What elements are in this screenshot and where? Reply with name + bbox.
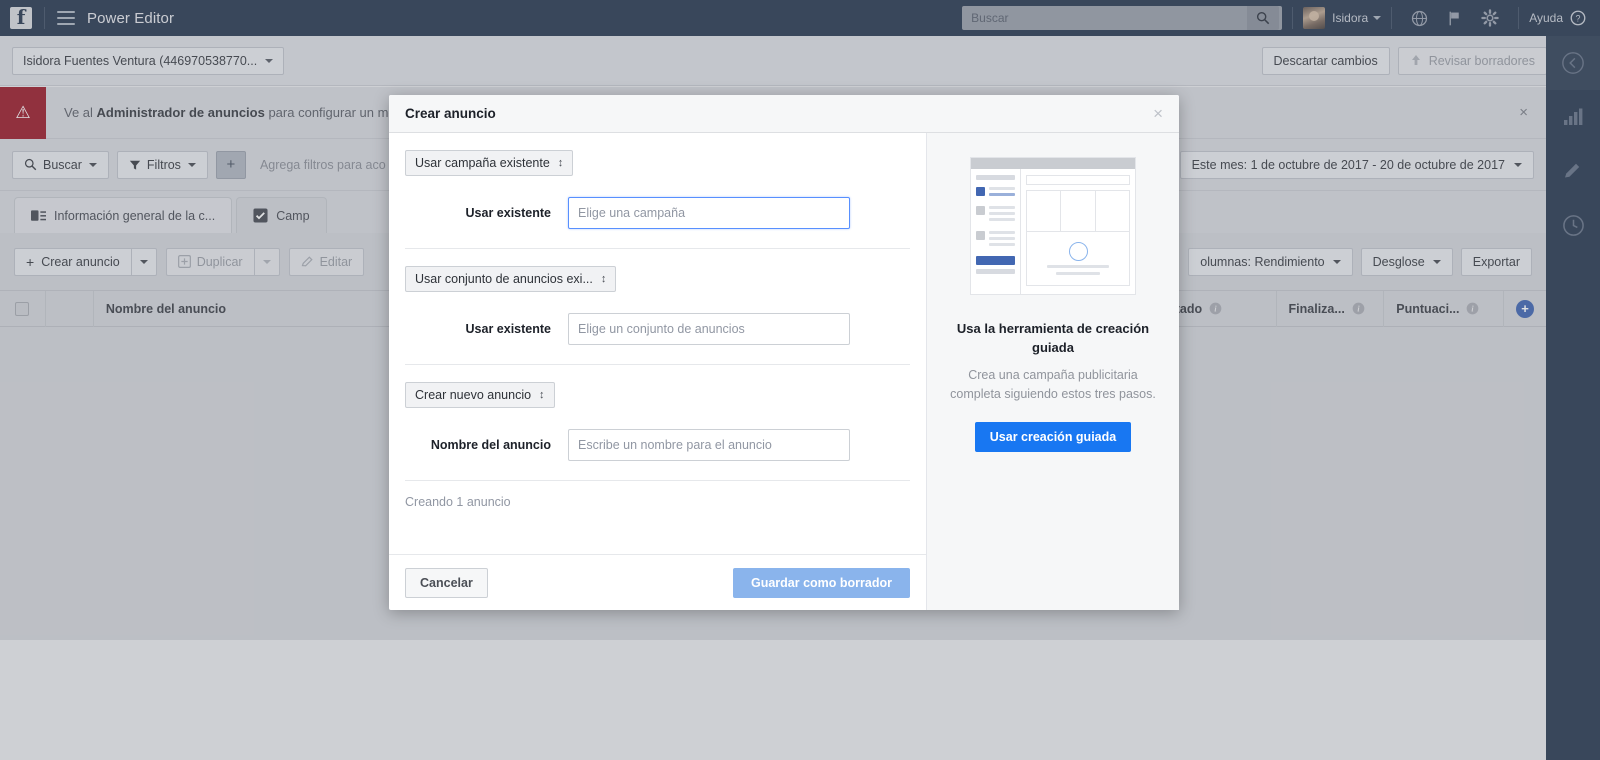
ad-mode-label: Crear nuevo anuncio [415, 388, 531, 402]
ad-name-input[interactable] [568, 429, 850, 461]
adset-field-label: Usar existente [405, 322, 568, 336]
dialog-title: Crear anuncio [405, 106, 496, 121]
adset-section: Usar conjunto de anuncios exi... ↕ Usar … [405, 249, 910, 365]
creation-status: Creando 1 anuncio [405, 481, 910, 509]
guided-creation-panel: Usa la herramienta de creación guiada Cr… [926, 133, 1179, 610]
adset-mode-label: Usar conjunto de anuncios exi... [415, 272, 593, 286]
power-editor-app: f Power Editor Isidora [0, 0, 1600, 760]
campaign-section: Usar campaña existente ↕ Usar existente [405, 133, 910, 249]
adset-field-row: Usar existente [405, 313, 910, 345]
create-ad-dialog: Crear anuncio × Usar campaña existente ↕… [389, 95, 1179, 610]
dialog-form: Usar campaña existente ↕ Usar existente … [389, 133, 926, 610]
dialog-header: Crear anuncio × [389, 95, 1179, 133]
cancel-button[interactable]: Cancelar [405, 568, 488, 598]
close-icon[interactable]: × [1153, 105, 1163, 122]
ad-name-field-row: Nombre del anuncio [405, 429, 910, 461]
guided-creation-wireframe-icon [970, 157, 1136, 295]
updown-arrows-icon: ↕ [601, 273, 607, 285]
dialog-body: Usar campaña existente ↕ Usar existente … [389, 133, 1179, 610]
campaign-input[interactable] [568, 197, 850, 229]
campaign-field-row: Usar existente [405, 197, 910, 229]
dialog-footer: Cancelar Guardar como borrador [389, 554, 926, 610]
save-draft-button[interactable]: Guardar como borrador [733, 568, 910, 598]
campaign-mode-label: Usar campaña existente [415, 156, 550, 170]
use-guided-creation-button[interactable]: Usar creación guiada [975, 422, 1131, 452]
updown-arrows-icon: ↕ [558, 157, 564, 169]
promo-title: Usa la herramienta de creación guiada [943, 319, 1163, 357]
ad-section: Crear nuevo anuncio ↕ Nombre del anuncio [405, 365, 910, 481]
ad-name-field-label: Nombre del anuncio [405, 438, 568, 452]
ad-mode-select[interactable]: Crear nuevo anuncio ↕ [405, 382, 555, 408]
adset-mode-select[interactable]: Usar conjunto de anuncios exi... ↕ [405, 266, 616, 292]
promo-description: Crea una campaña publicitaria completa s… [943, 366, 1163, 404]
updown-arrows-icon: ↕ [539, 389, 545, 401]
campaign-field-label: Usar existente [405, 206, 568, 220]
adset-input[interactable] [568, 313, 850, 345]
campaign-mode-select[interactable]: Usar campaña existente ↕ [405, 150, 573, 176]
